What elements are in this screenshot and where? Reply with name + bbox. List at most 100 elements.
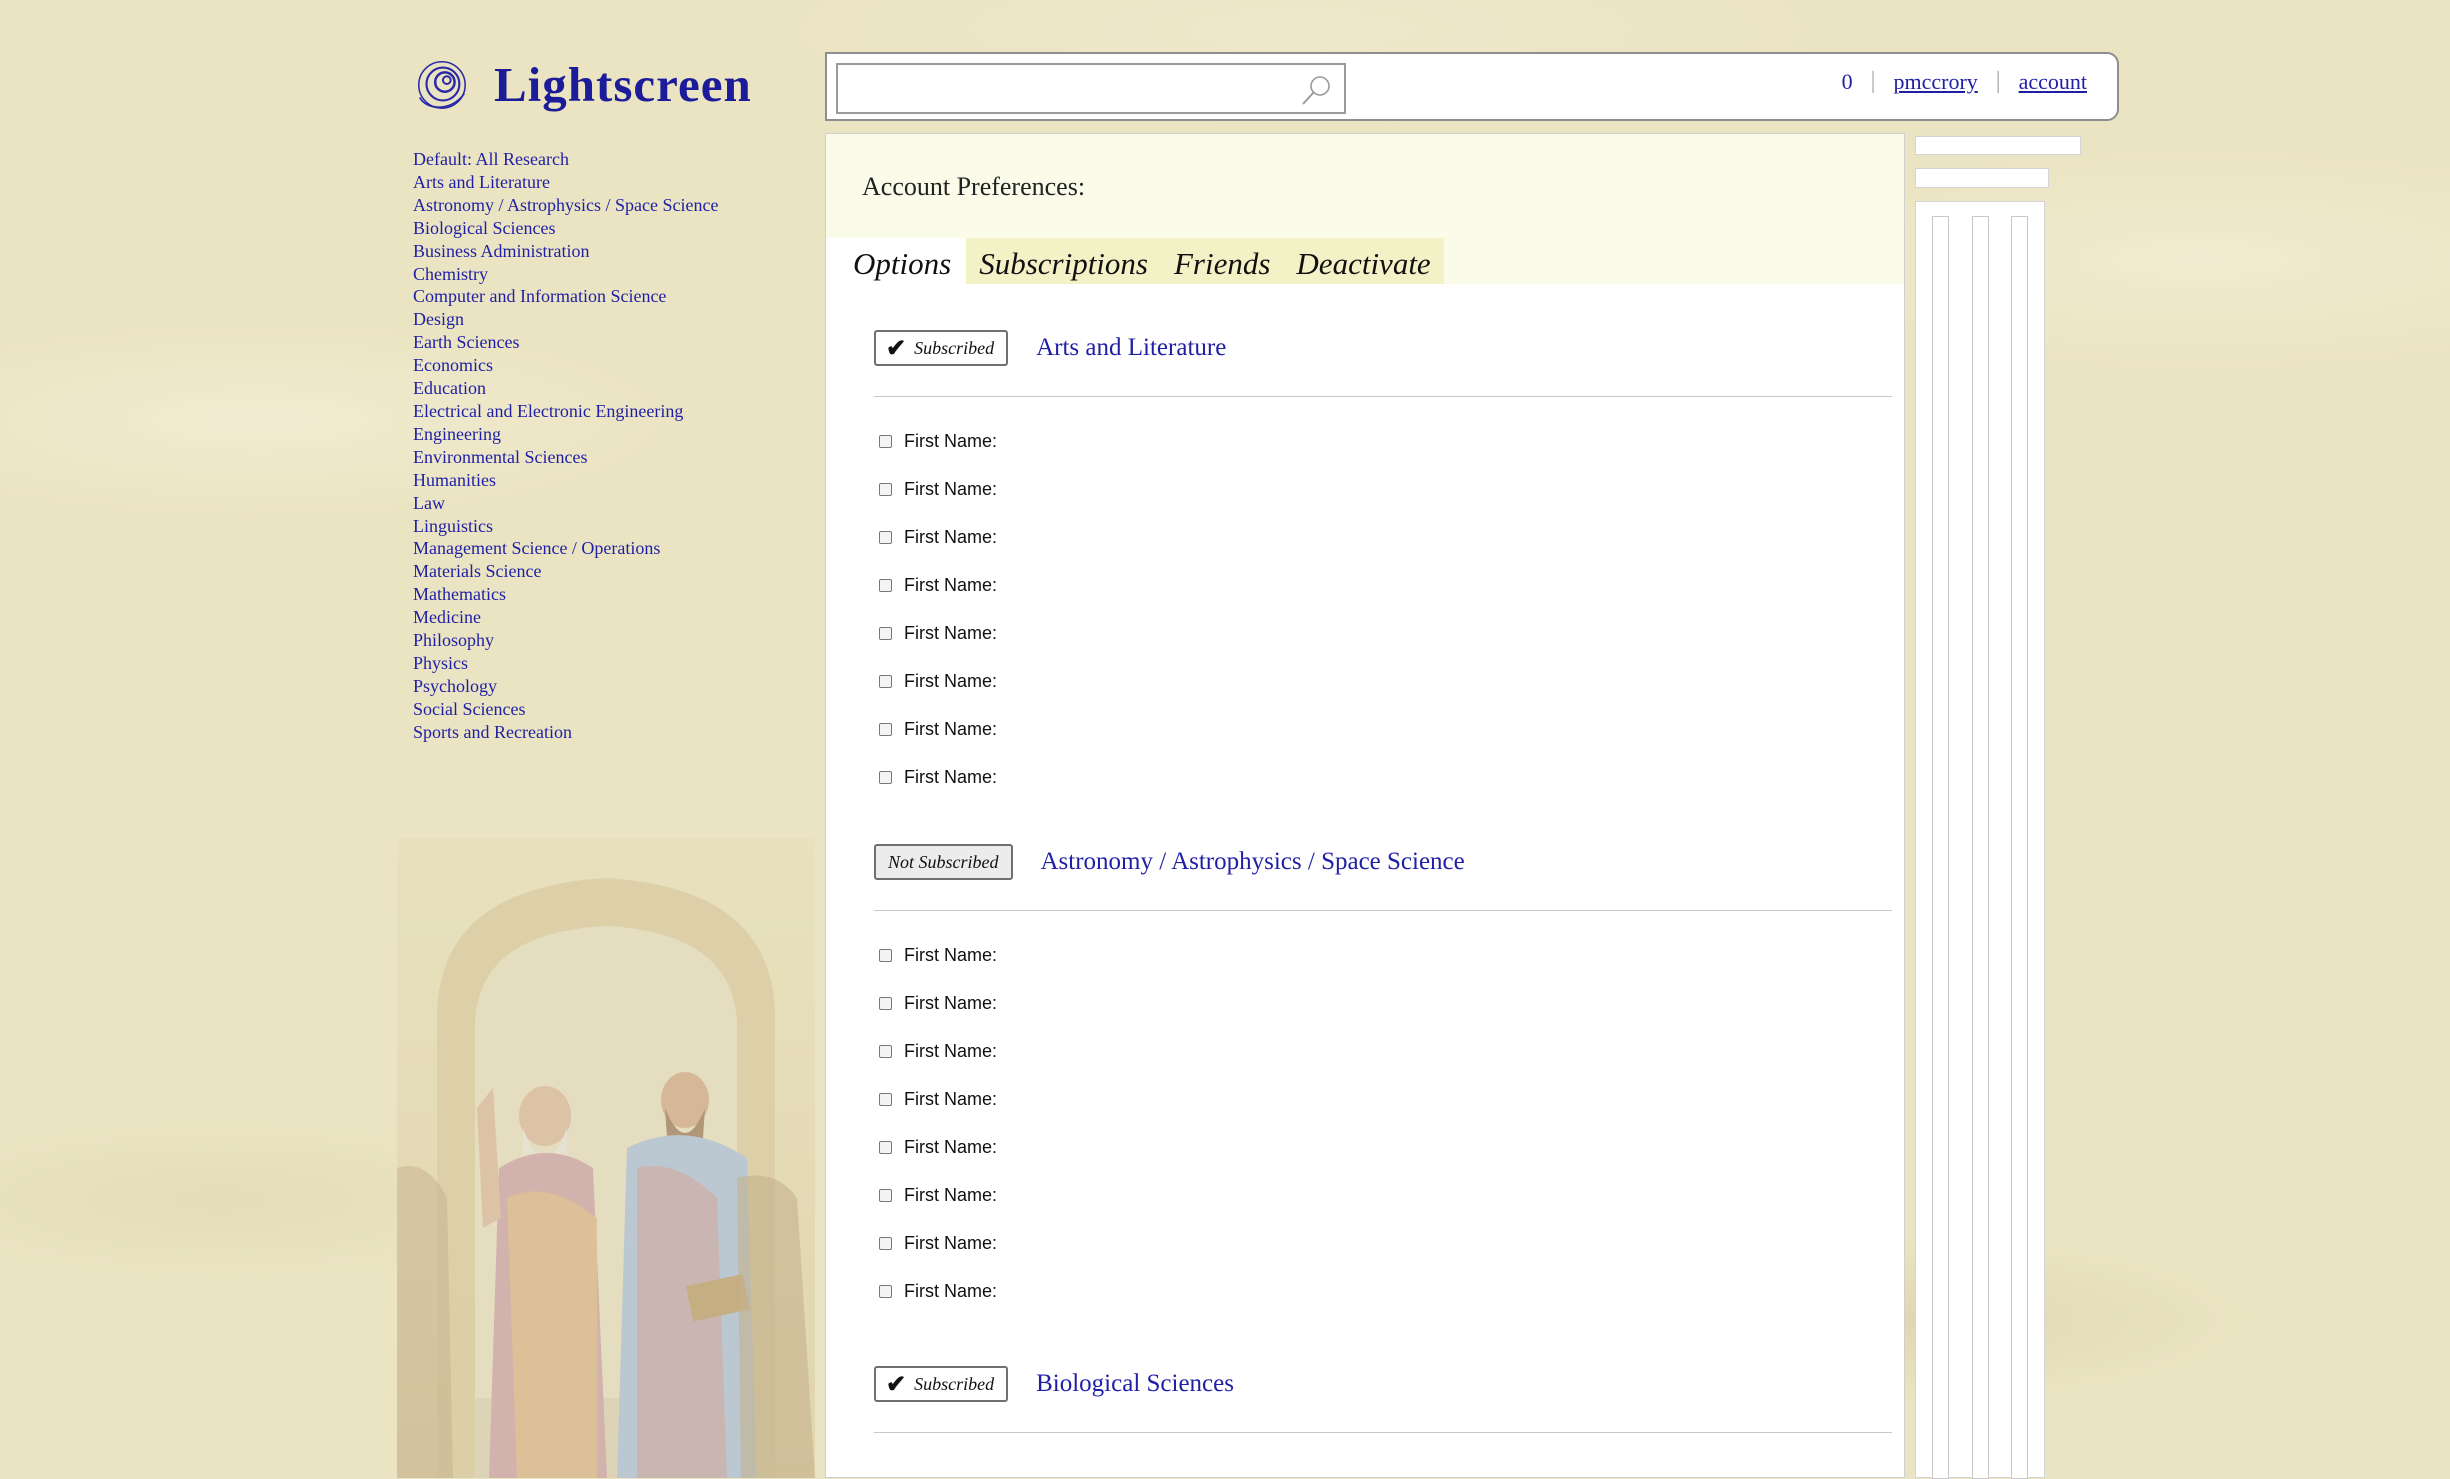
option-row: First Name: xyxy=(874,609,1892,657)
option-row: First Name: xyxy=(874,513,1892,561)
tab-subscriptions[interactable]: Subscriptions xyxy=(966,238,1161,284)
rail-column xyxy=(1972,216,1989,1479)
option-row: First Name: xyxy=(874,657,1892,705)
preferences-header: Account Preferences: Options Subscriptio… xyxy=(826,134,1904,284)
rail-placeholder-panel xyxy=(1915,201,2045,1479)
sidebar-item[interactable]: Sports and Recreation xyxy=(413,721,793,744)
sidebar-item[interactable]: Physics xyxy=(413,652,793,675)
option-row: First Name: xyxy=(874,753,1892,801)
sidebar-item[interactable]: Design xyxy=(413,308,793,331)
subscribed-toggle-button[interactable]: ✔ Subscribed xyxy=(874,1366,1009,1402)
checkbox-icon[interactable] xyxy=(879,1284,892,1298)
option-row: First Name: xyxy=(874,1123,1892,1171)
sidebar-item[interactable]: Business Administration xyxy=(413,240,793,263)
sidebar-item[interactable]: Psychology xyxy=(413,675,793,698)
tab-friends[interactable]: Friends xyxy=(1161,238,1283,284)
account-link[interactable]: account xyxy=(2019,69,2087,95)
option-row: First Name: xyxy=(874,979,1892,1027)
option-label: First Name: xyxy=(904,944,998,965)
option-label: First Name: xyxy=(904,992,998,1013)
option-label: First Name: xyxy=(904,622,998,643)
logo-spiral-icon xyxy=(417,60,466,109)
sidebar-item[interactable]: Biological Sciences xyxy=(413,217,793,240)
checkbox-icon[interactable] xyxy=(879,1092,892,1106)
notification-count[interactable]: 0 xyxy=(1842,69,1853,95)
checkbox-icon[interactable] xyxy=(879,996,892,1010)
sidebar-item[interactable]: Law xyxy=(413,492,793,515)
separator: | xyxy=(1995,68,2001,94)
sidebar-item[interactable]: Linguistics xyxy=(413,515,793,538)
checkbox-icon[interactable] xyxy=(879,770,892,784)
checkbox-icon[interactable] xyxy=(879,948,892,962)
option-row: First Name: xyxy=(874,417,1892,465)
sidebar-item[interactable]: Medicine xyxy=(413,606,793,629)
sidebar-item[interactable]: Astronomy / Astrophysics / Space Science xyxy=(413,194,793,217)
option-label: First Name: xyxy=(904,1184,998,1205)
logo[interactable]: Lightscreen xyxy=(412,52,752,116)
sidebar-item[interactable]: Arts and Literature xyxy=(413,171,793,194)
rail-column xyxy=(1932,216,1949,1479)
option-row: First Name: xyxy=(874,705,1892,753)
option-label: First Name: xyxy=(904,430,998,451)
rail-placeholder-bar xyxy=(1915,136,2081,155)
sidebar-item[interactable]: Education xyxy=(413,377,793,400)
sidebar-item[interactable]: Earth Sciences xyxy=(413,331,793,354)
option-row: First Name: xyxy=(874,1171,1892,1219)
option-label: First Name: xyxy=(904,526,998,547)
checkbox-icon[interactable] xyxy=(879,1236,892,1250)
top-bar: 0 | pmccrory | account xyxy=(825,52,2119,121)
option-label: First Name: xyxy=(904,574,998,595)
tab-deactivate[interactable]: Deactivate xyxy=(1283,238,1443,284)
search-input[interactable] xyxy=(844,71,1288,108)
tab-bar: Options Subscriptions Friends Deactivate xyxy=(826,238,1444,284)
section-category-link[interactable]: Arts and Literature xyxy=(1036,334,1226,362)
section-category-link[interactable]: Biological Sciences xyxy=(1036,1370,1234,1398)
section-category-link[interactable]: Astronomy / Astrophysics / Space Science xyxy=(1041,848,1465,876)
subscription-section: ✔ Subscribed Arts and Literature First N… xyxy=(874,326,1892,801)
sidebar-item[interactable]: Environmental Sciences xyxy=(413,446,793,469)
option-label: First Name: xyxy=(904,1280,998,1301)
sidebar-item[interactable]: Electrical and Electronic Engineering xyxy=(413,400,793,423)
logo-text: Lightscreen xyxy=(494,56,752,112)
checkmark-icon: ✔ xyxy=(886,335,907,362)
checkbox-icon[interactable] xyxy=(879,482,892,496)
subscription-section: Not Subscribed Astronomy / Astrophysics … xyxy=(874,840,1892,1315)
checkbox-icon[interactable] xyxy=(879,1044,892,1058)
option-list: First Name: First Name: First Name: First N… xyxy=(874,931,1892,1315)
sidebar-item[interactable]: Economics xyxy=(413,354,793,377)
subscription-section: ✔ Subscribed Biological Sciences xyxy=(874,1362,1892,1433)
sidebar-item[interactable]: Engineering xyxy=(413,423,793,446)
page-title: Account Preferences: xyxy=(862,172,1086,201)
sidebar-item[interactable]: Humanities xyxy=(413,469,793,492)
rail-placeholder-bar xyxy=(1915,168,2049,188)
user-links: 0 | pmccrory | account xyxy=(1842,68,2087,95)
checkbox-icon[interactable] xyxy=(879,674,892,688)
sidebar-item[interactable]: Social Sciences xyxy=(413,698,793,721)
checkbox-icon[interactable] xyxy=(879,530,892,544)
sidebar-item[interactable]: Philosophy xyxy=(413,629,793,652)
option-label: First Name: xyxy=(904,718,998,739)
option-row: First Name: xyxy=(874,465,1892,513)
option-row: First Name: xyxy=(874,1267,1892,1315)
username-link[interactable]: pmccrory xyxy=(1893,69,1977,95)
sidebar-item[interactable]: Materials Science xyxy=(413,560,793,583)
sidebar-item[interactable]: Mathematics xyxy=(413,583,793,606)
checkbox-icon[interactable] xyxy=(879,1140,892,1154)
option-label: First Name: xyxy=(904,670,998,691)
sidebar-item[interactable]: Chemistry xyxy=(413,263,793,286)
fresco-image xyxy=(397,838,815,1478)
search-icon[interactable] xyxy=(1300,73,1334,107)
sidebar-item[interactable]: Default: All Research xyxy=(413,148,793,171)
option-label: First Name: xyxy=(904,766,998,787)
checkbox-icon[interactable] xyxy=(879,722,892,736)
subscribed-toggle-button[interactable]: ✔ Subscribed xyxy=(874,330,1009,366)
checkbox-icon[interactable] xyxy=(879,1188,892,1202)
not-subscribed-toggle-button[interactable]: Not Subscribed xyxy=(874,844,1013,880)
sidebar-item[interactable]: Computer and Information Science xyxy=(413,285,793,308)
tab-options[interactable]: Options xyxy=(826,238,967,284)
checkbox-icon[interactable] xyxy=(879,434,892,448)
divider xyxy=(874,910,1892,911)
sidebar-item[interactable]: Management Science / Operations xyxy=(413,537,793,560)
checkbox-icon[interactable] xyxy=(879,578,892,592)
checkbox-icon[interactable] xyxy=(879,626,892,640)
